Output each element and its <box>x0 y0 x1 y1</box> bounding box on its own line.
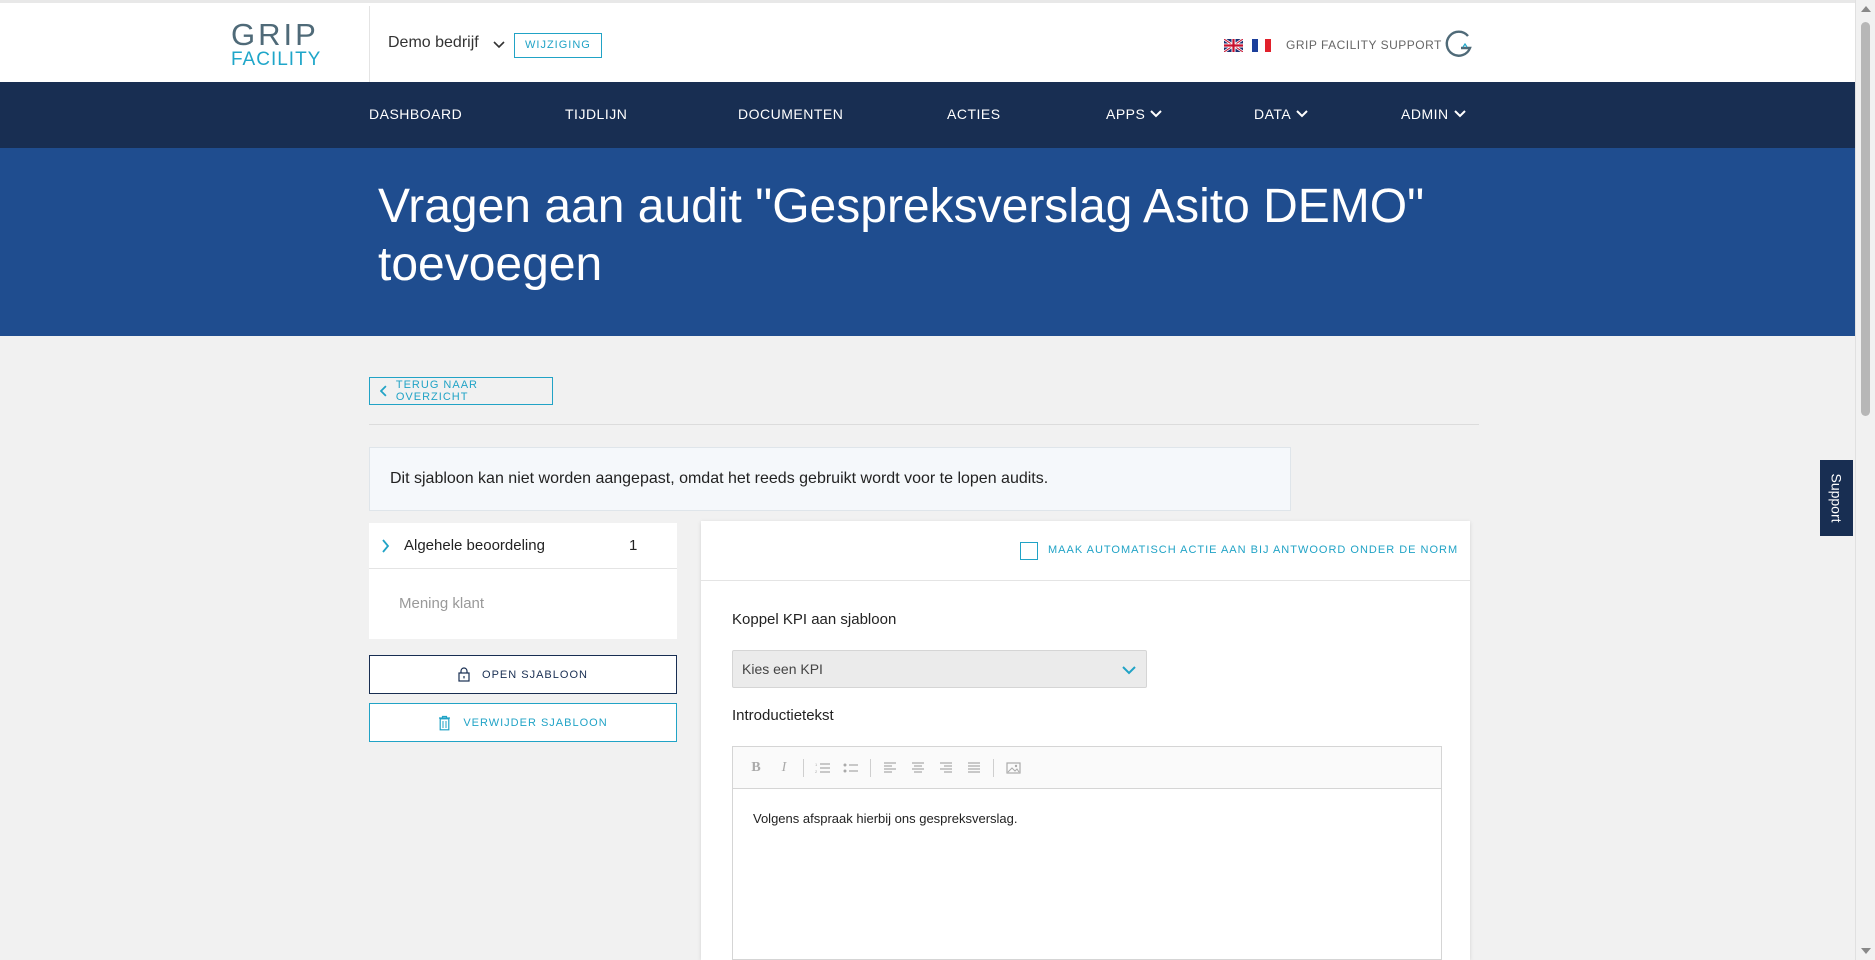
kpi-select[interactable]: Kies een KPI <box>732 650 1147 688</box>
nav-documenten-label: DOCUMENTEN <box>738 106 844 122</box>
support-tab-label: Support <box>1828 473 1845 523</box>
bullet-list-icon[interactable] <box>840 757 862 779</box>
nav-acties[interactable]: ACTIES <box>947 106 1001 122</box>
chevron-down-icon <box>1296 110 1308 118</box>
header-divider <box>369 6 370 85</box>
scroll-thumb[interactable] <box>1861 22 1870 416</box>
nav-acties-label: ACTIES <box>947 106 1001 122</box>
align-justify-icon[interactable] <box>963 757 985 779</box>
grip-support-link[interactable]: GRIP FACILITY SUPPORT <box>1286 38 1442 52</box>
nav-dashboard-label: DASHBOARD <box>369 106 463 122</box>
intro-label: Introductietekst <box>732 707 834 724</box>
lock-icon <box>458 667 470 682</box>
kpi-label: Koppel KPI aan sjabloon <box>732 611 897 628</box>
nav-admin[interactable]: ADMIN <box>1401 106 1467 122</box>
delete-template-button[interactable]: VERWIJDER SJABLOON <box>369 703 677 742</box>
page-hero: Vragen aan audit "Gespreksverslag Asito … <box>0 148 1855 336</box>
change-company-button[interactable]: WIJZIGING <box>514 33 602 58</box>
chevron-down-icon <box>1150 110 1163 118</box>
nav-data-label: DATA <box>1254 106 1292 122</box>
toolbar-divider <box>993 758 994 777</box>
align-center-icon[interactable] <box>907 757 929 779</box>
nav-documenten[interactable]: DOCUMENTEN <box>738 106 843 122</box>
delete-template-label: VERWIJDER SJABLOON <box>463 716 608 729</box>
support-tab[interactable]: Support <box>1820 460 1853 536</box>
back-to-overview-button[interactable]: TERUG NAAR OVERZICHT <box>369 377 553 405</box>
nav-tijdlijn-label: TIJDLIJN <box>565 106 628 122</box>
italic-icon[interactable]: I <box>773 757 795 779</box>
grip-facility-logo[interactable]: GRIP FACILITY <box>231 17 323 70</box>
scroll-up-icon[interactable] <box>1861 6 1871 12</box>
open-template-button[interactable]: OPEN SJABLOON <box>369 655 677 694</box>
nav-apps[interactable]: APPS <box>1106 106 1163 122</box>
toolbar-divider <box>803 758 804 777</box>
editor-content[interactable]: Volgens afspraak hierbij ons gespreksver… <box>733 789 1441 848</box>
chevron-down-icon[interactable] <box>491 36 507 52</box>
logo-text-top: GRIP <box>231 17 319 52</box>
nav-admin-label: ADMIN <box>1401 106 1449 122</box>
template-locked-notice: Dit sjabloon kan niet worden aangepast, … <box>369 447 1291 511</box>
flag-uk-icon[interactable] <box>1224 39 1243 52</box>
bold-icon[interactable]: B <box>745 757 767 779</box>
chevron-down-icon <box>1453 110 1466 118</box>
align-left-icon[interactable] <box>879 757 901 779</box>
editor-toolbar: B I 12 <box>733 747 1441 789</box>
flag-fr-icon[interactable] <box>1252 39 1271 52</box>
chevron-left-icon <box>380 385 387 397</box>
category-label: Algehele beoordeling <box>404 537 545 554</box>
company-selector[interactable]: Demo bedrijf <box>388 34 479 52</box>
toolbar-divider <box>870 758 871 777</box>
category-row[interactable]: Algehele beoordeling 1 <box>369 523 677 569</box>
open-template-label: OPEN SJABLOON <box>482 668 588 681</box>
scroll-down-icon[interactable] <box>1861 948 1871 954</box>
template-settings-panel: MAAK AUTOMATISCH ACTIE AAN BIJ ANTWOORD … <box>701 521 1470 960</box>
align-right-icon[interactable] <box>935 757 957 779</box>
trash-icon <box>439 715 451 730</box>
ordered-list-icon[interactable]: 12 <box>812 757 834 779</box>
nav-data[interactable]: DATA <box>1254 106 1309 122</box>
nav-apps-label: APPS <box>1106 106 1146 122</box>
auto-action-label[interactable]: MAAK AUTOMATISCH ACTIE AAN BIJ ANTWOORD … <box>1048 544 1458 556</box>
category-count: 1 <box>629 537 638 554</box>
main-navigation: DASHBOARD TIJDLIJN DOCUMENTEN ACTIES APP… <box>0 82 1855 148</box>
question-tree: Algehele beoordeling 1 Mening klant <box>369 523 677 639</box>
page-scrollbar[interactable] <box>1855 0 1875 960</box>
logo-text-bottom: FACILITY <box>231 49 322 70</box>
user-avatar-icon[interactable] <box>1443 29 1475 61</box>
back-label: TERUG NAAR OVERZICHT <box>395 379 478 403</box>
svg-text:2: 2 <box>815 769 818 774</box>
page-title: Vragen aan audit "Gespreksverslag Asito … <box>378 180 1425 291</box>
content-divider <box>369 424 1479 425</box>
intro-text-editor[interactable]: B I 12 Volgens afspraak hierbij ons gesp… <box>732 746 1442 960</box>
chevron-down-icon <box>1122 666 1136 675</box>
question-item[interactable]: Mening klant <box>369 569 677 637</box>
nav-tijdlijn[interactable]: TIJDLIJN <box>565 106 627 122</box>
svg-text:1: 1 <box>815 762 818 767</box>
kpi-select-value: Kies een KPI <box>742 661 823 677</box>
auto-action-checkbox[interactable] <box>1020 542 1038 560</box>
chevron-right-icon[interactable] <box>381 538 390 553</box>
nav-dashboard[interactable]: DASHBOARD <box>369 106 462 122</box>
image-icon[interactable] <box>1002 757 1024 779</box>
top-header: GRIP FACILITY Demo bedrijf WIJZIGING GRI… <box>0 0 1855 85</box>
panel-header: MAAK AUTOMATISCH ACTIE AAN BIJ ANTWOORD … <box>701 521 1470 581</box>
